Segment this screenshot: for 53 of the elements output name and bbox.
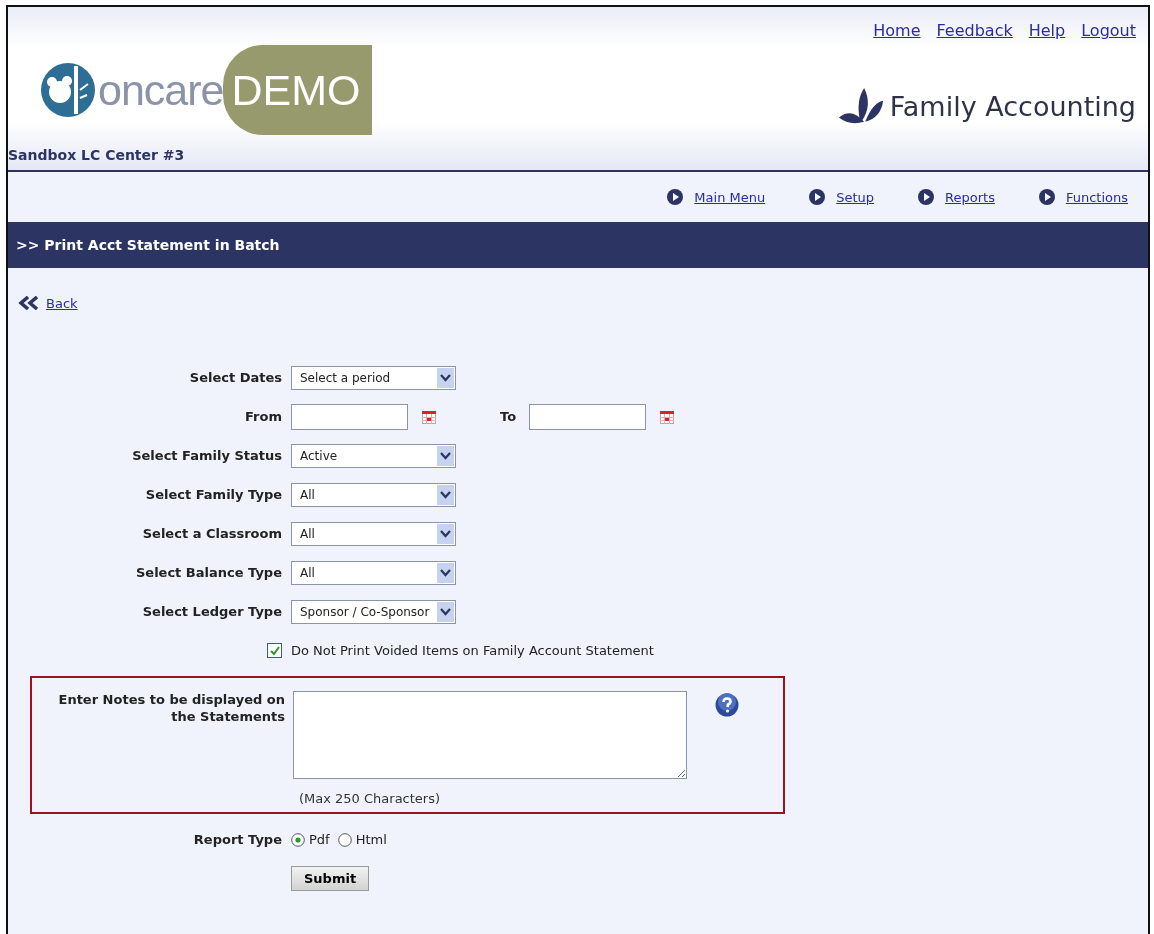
- dropdown[interactable]: All: [291, 482, 456, 507]
- header-link[interactable]: Feedback: [936, 21, 1013, 40]
- page-title-bar: >> Print Acct Statement in Batch: [8, 222, 1148, 268]
- field-label: Select Dates: [188, 370, 283, 385]
- dropdown-caret-icon: [437, 601, 455, 622]
- submit-button[interactable]: Submit: [291, 866, 370, 891]
- header-link[interactable]: Home: [873, 21, 921, 40]
- radio-button[interactable]: Html: [337, 832, 387, 847]
- help-icon[interactable]: [715, 693, 739, 717]
- checkbox-label: Do Not Print Voided Items on Family Account Statement: [291, 643, 654, 658]
- dropdown-caret-icon: [437, 562, 454, 583]
- nav-link[interactable]: Setup: [836, 189, 875, 205]
- radio-icon: [291, 832, 305, 847]
- field-label: Select a Classroom: [141, 526, 283, 541]
- nav-link[interactable]: Reports: [945, 189, 995, 205]
- hint-text: (Max 250 Characters): [299, 791, 442, 806]
- dropdown[interactable]: Active: [291, 443, 456, 468]
- radio-button[interactable]: Pdf: [291, 832, 330, 847]
- dropdown-caret-icon: [437, 367, 454, 388]
- demo-badge: DEMO: [223, 45, 373, 135]
- center-name: Sandbox LC Center #3: [8, 147, 186, 163]
- check-icon: [269, 645, 280, 656]
- field-label: Enter Notes to be displayed on the Statements: [57, 691, 286, 725]
- product-name: Family Accounting: [889, 90, 1136, 122]
- dropdown-caret-icon: [437, 484, 454, 505]
- logo-text: oncare: [98, 65, 224, 115]
- dropdown[interactable]: Sponsor / Co-Sponsor: [291, 599, 457, 624]
- header-link[interactable]: Logout: [1081, 21, 1136, 40]
- dropdown[interactable]: All: [291, 521, 456, 546]
- header-link[interactable]: Help: [1028, 21, 1066, 40]
- checkbox[interactable]: [267, 643, 282, 658]
- nav-link[interactable]: Main Menu: [694, 189, 766, 205]
- date-field[interactable]: [291, 403, 408, 430]
- field-label: Report Type: [192, 832, 283, 847]
- calendar-icon: [660, 409, 675, 424]
- dropdown-caret-icon: [437, 523, 454, 544]
- double-chevron-icon: [18, 296, 40, 310]
- notes-field[interactable]: [293, 691, 687, 779]
- dropdown[interactable]: All: [291, 560, 456, 585]
- field-label: To: [500, 409, 517, 424]
- date-field[interactable]: [529, 403, 647, 430]
- field-label: Select Balance Type: [134, 565, 283, 580]
- field-label: From: [244, 409, 283, 424]
- field-label: Select Family Type: [144, 487, 283, 502]
- field-label: Select Ledger Type: [141, 604, 283, 619]
- koala-icon: [40, 62, 96, 118]
- radio-icon: [337, 832, 352, 847]
- back-link[interactable]: Back: [46, 295, 78, 311]
- calendar-icon: [422, 409, 436, 424]
- dropdown-caret-icon: [437, 445, 454, 466]
- nav-link[interactable]: Functions: [1065, 189, 1128, 205]
- field-label: Select Family Status: [131, 448, 283, 463]
- dropdown[interactable]: Select a period: [291, 365, 456, 390]
